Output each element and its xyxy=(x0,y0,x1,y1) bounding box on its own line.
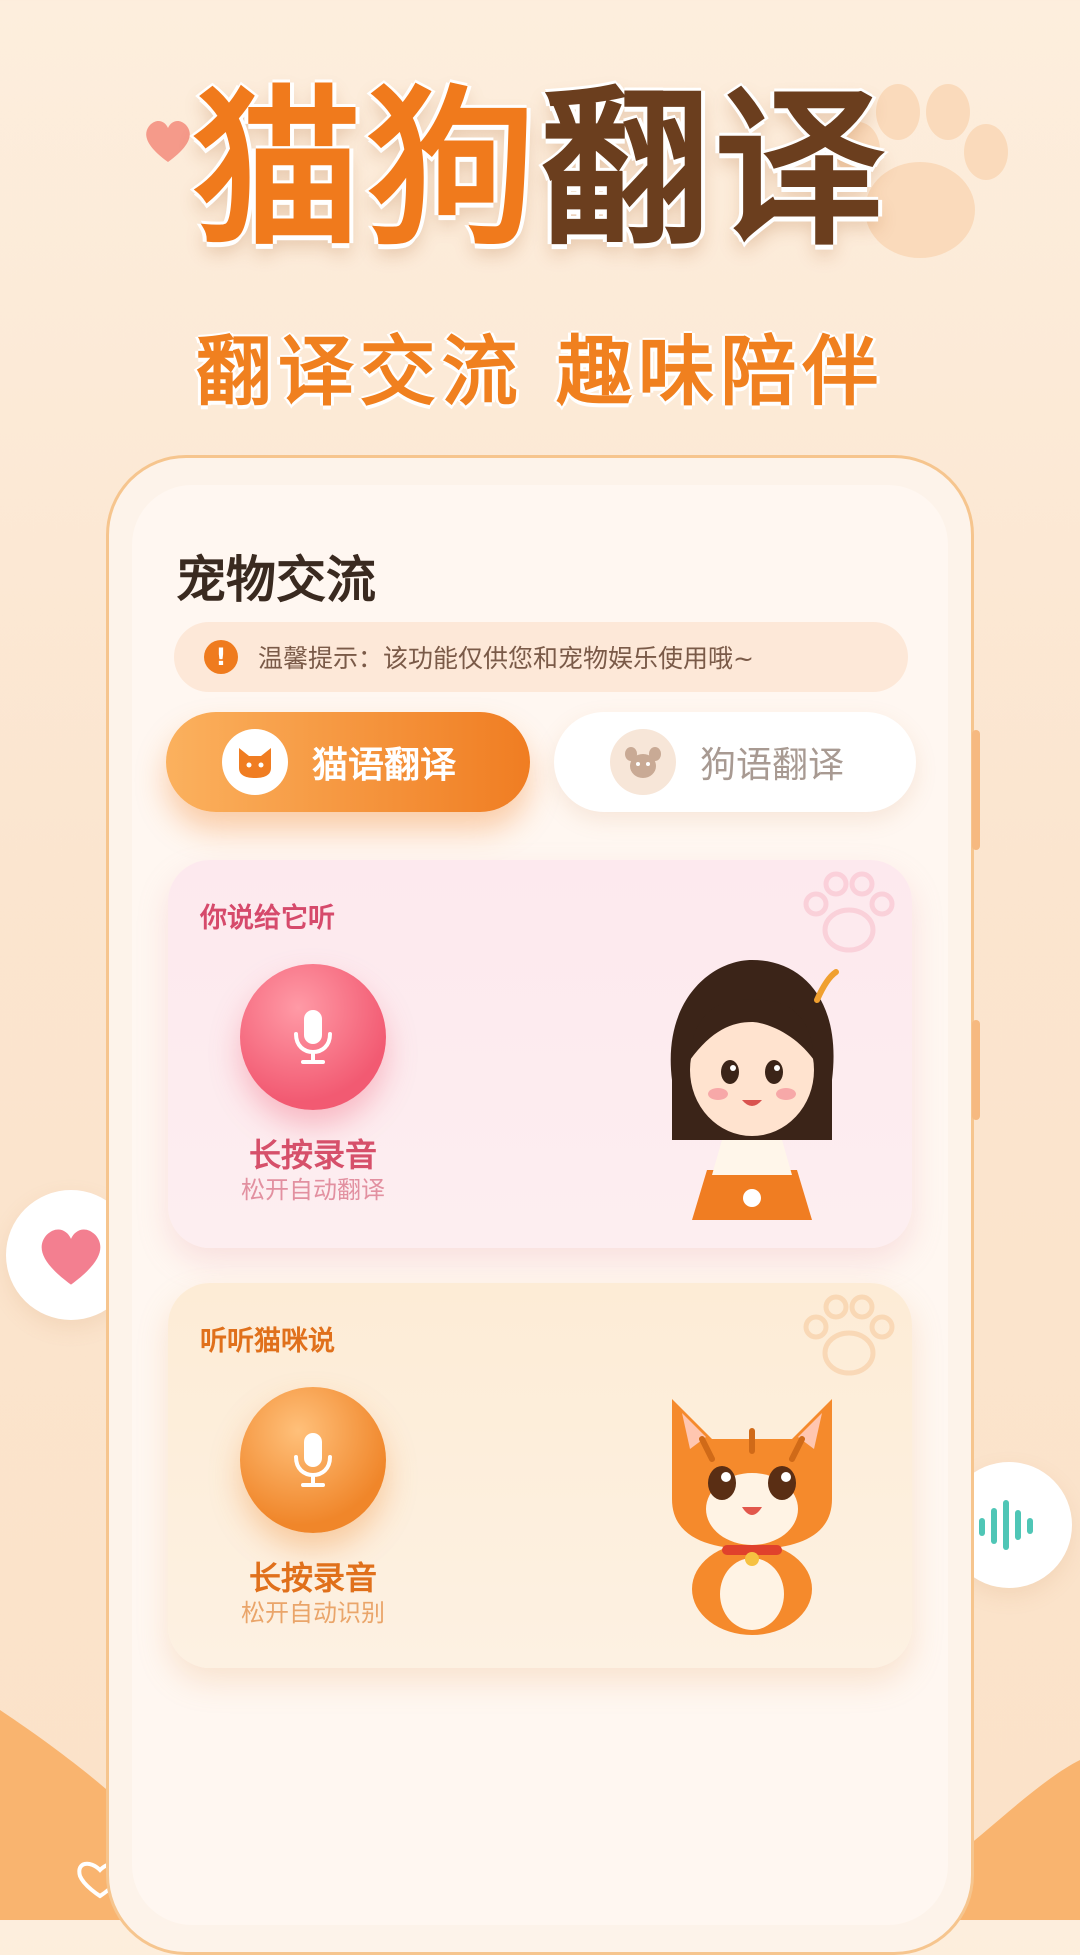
record-button-speak[interactable] xyxy=(240,964,386,1110)
microphone-icon xyxy=(294,1433,332,1487)
notice-text: 温馨提示：该功能仅供您和宠物娱乐使用哦~ xyxy=(258,644,754,673)
card-heading-listen: 听听猫咪说 xyxy=(200,1326,335,1357)
microphone-icon xyxy=(294,1010,332,1064)
paw-decoration-icon xyxy=(803,1294,895,1376)
notice-bar: ! 温馨提示：该功能仅供您和宠物娱乐使用哦~ xyxy=(174,622,908,692)
tab-cat-label: 猫语翻译 xyxy=(312,745,457,786)
phone-side-button xyxy=(972,730,980,850)
sound-wave-icon xyxy=(979,1500,1033,1550)
listen-to-cat-card: 听听猫咪说 长按录音 松开自动识别 xyxy=(168,1283,912,1668)
tab-dog-label: 狗语翻译 xyxy=(700,745,845,786)
record-hint-listen: 松开自动识别 xyxy=(241,1599,385,1627)
girl-avatar xyxy=(670,960,839,1220)
record-hint-speak: 松开自动翻译 xyxy=(241,1176,385,1204)
hero-title-part1: 猫狗 xyxy=(191,71,540,269)
dog-face-icon xyxy=(610,729,676,795)
cat-avatar xyxy=(672,1399,832,1635)
exclamation-icon: ! xyxy=(204,640,238,674)
tab-dog-translate[interactable]: 狗语翻译 xyxy=(554,712,916,812)
cat-face-icon xyxy=(222,729,288,795)
record-button-listen[interactable] xyxy=(240,1387,386,1533)
page-title: 宠物交流 xyxy=(176,551,376,609)
tab-cat-translate[interactable]: 猫语翻译 xyxy=(166,712,530,812)
speak-to-pet-card: 你说给它听 长按录音 松开自动翻译 xyxy=(168,860,912,1248)
card-heading-speak: 你说给它听 xyxy=(200,903,335,934)
paw-decoration-icon xyxy=(803,871,895,953)
hero-subtitle: 翻译交流 趣味陪伴 xyxy=(195,327,885,416)
hero-title-part2: 翻译 xyxy=(540,71,889,269)
heart-icon xyxy=(41,1229,101,1285)
hero-title: 猫狗翻译 xyxy=(0,85,1080,255)
phone-side-button-2 xyxy=(972,1020,980,1120)
